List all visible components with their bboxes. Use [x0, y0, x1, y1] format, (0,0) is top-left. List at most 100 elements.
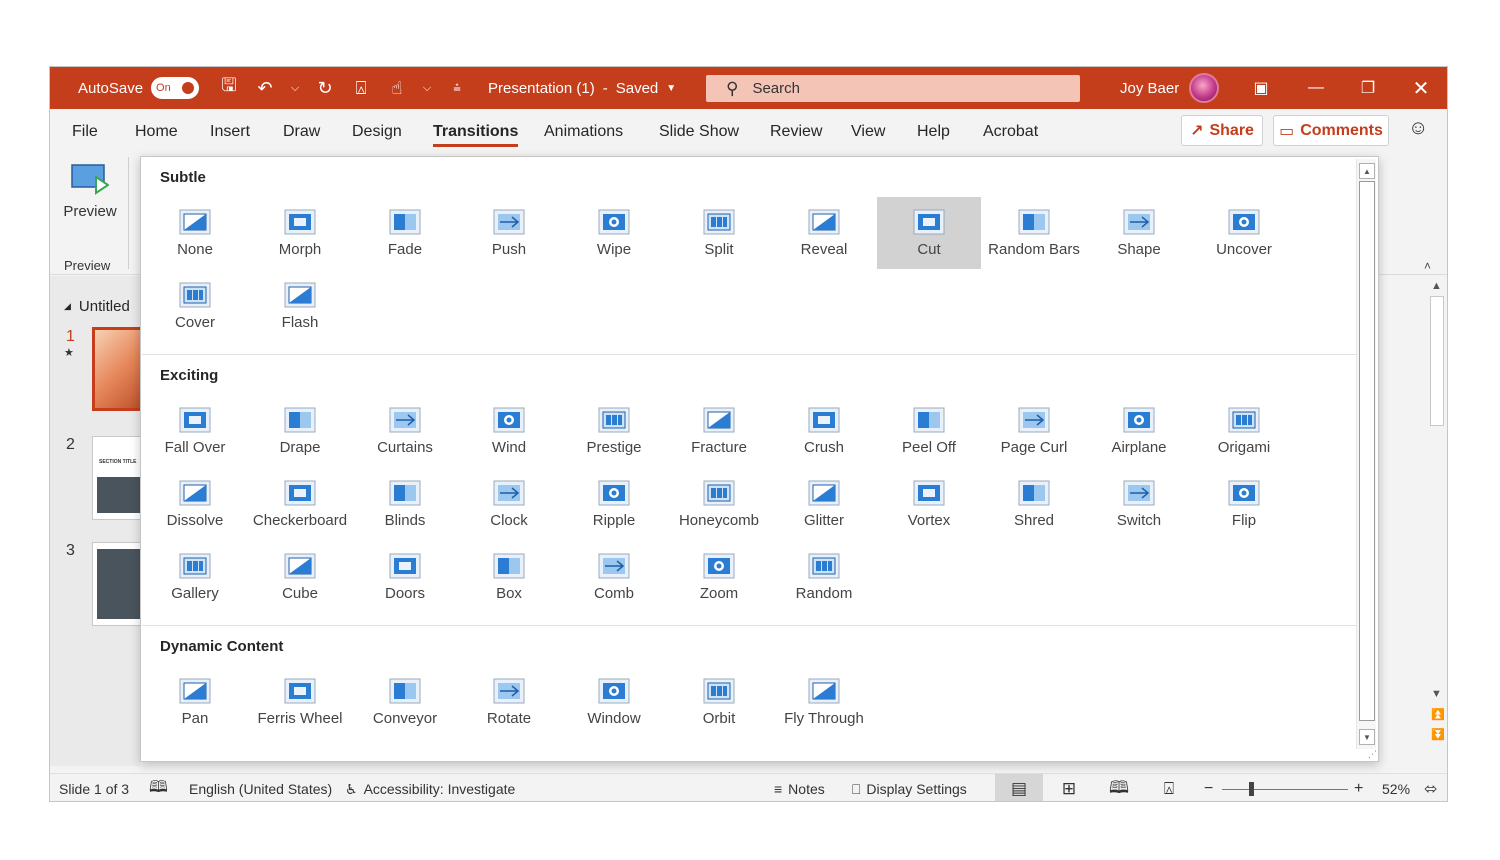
transition-uncover[interactable]: Uncover: [1192, 197, 1296, 269]
language-indicator[interactable]: English (United States): [189, 774, 332, 801]
transition-split[interactable]: Split: [667, 197, 771, 269]
transition-random[interactable]: Random: [772, 541, 876, 613]
collapse-ribbon-icon[interactable]: ˄: [1424, 259, 1431, 273]
present-icon[interactable]: ⍓: [350, 78, 372, 99]
slide-sorter-icon[interactable]: ⊞: [1045, 774, 1093, 801]
tab-view[interactable]: View: [851, 109, 885, 155]
transition-push[interactable]: Push: [457, 197, 561, 269]
slide-show-icon[interactable]: ⍓: [1145, 774, 1193, 801]
tab-draw[interactable]: Draw: [283, 109, 320, 155]
zoom-out-button[interactable]: −: [1204, 774, 1213, 801]
transition-morph[interactable]: Morph: [248, 197, 352, 269]
resize-grip-icon[interactable]: ⋰: [1368, 749, 1377, 760]
transition-cover[interactable]: Cover: [143, 270, 247, 342]
transition-ripple[interactable]: Ripple: [562, 468, 666, 540]
transition-fracture[interactable]: Fracture: [667, 395, 771, 467]
accessibility-checker[interactable]: ♿ Accessibility: Investigate: [345, 774, 515, 801]
transition-fall-over[interactable]: Fall Over: [143, 395, 247, 467]
notes-button[interactable]: ≡ Notes: [774, 774, 825, 801]
transition-shape[interactable]: Shape: [1087, 197, 1191, 269]
undo-icon[interactable]: ↶: [254, 78, 276, 99]
tab-insert[interactable]: Insert: [210, 109, 250, 155]
normal-view-icon[interactable]: ▤: [995, 774, 1043, 801]
scroll-thumb[interactable]: [1430, 296, 1444, 426]
tab-home[interactable]: Home: [135, 109, 178, 155]
feedback-smiley-icon[interactable]: ☺: [1408, 117, 1428, 140]
redo-icon[interactable]: ↻: [314, 78, 336, 99]
transition-honeycomb[interactable]: Honeycomb: [667, 468, 771, 540]
touch-dropdown-icon[interactable]: ⌵: [422, 82, 432, 95]
scroll-up-icon[interactable]: ▲: [1431, 280, 1442, 292]
gallery-scroll-down-icon[interactable]: ▼: [1359, 729, 1375, 745]
restore-icon[interactable]: ❐: [1345, 67, 1391, 109]
transition-wind[interactable]: Wind: [457, 395, 561, 467]
transition-doors[interactable]: Doors: [353, 541, 457, 613]
transition-origami[interactable]: Origami: [1192, 395, 1296, 467]
user-account[interactable]: Joy Baer: [1120, 67, 1220, 109]
tab-animations[interactable]: Animations: [544, 109, 623, 155]
ribbon-display-icon[interactable]: ▣: [1238, 67, 1284, 109]
transition-airplane[interactable]: Airplane: [1087, 395, 1191, 467]
transition-gallery[interactable]: Gallery: [143, 541, 247, 613]
transition-prestige[interactable]: Prestige: [562, 395, 666, 467]
tab-acrobat[interactable]: Acrobat: [983, 109, 1038, 155]
transition-comb[interactable]: Comb: [562, 541, 666, 613]
transition-drape[interactable]: Drape: [248, 395, 352, 467]
tab-review[interactable]: Review: [770, 109, 822, 155]
transition-glitter[interactable]: Glitter: [772, 468, 876, 540]
transition-zoom[interactable]: Zoom: [667, 541, 771, 613]
transition-shred[interactable]: Shred: [982, 468, 1086, 540]
reading-view-icon[interactable]: 🕮: [1095, 774, 1143, 801]
transition-checkerboard[interactable]: Checkerboard: [248, 468, 352, 540]
save-icon[interactable]: 🖫: [218, 73, 240, 103]
transition-clock[interactable]: Clock: [457, 468, 561, 540]
scroll-down-icon[interactable]: ▼: [1431, 688, 1442, 700]
autosave-control[interactable]: AutoSave On: [78, 67, 200, 109]
tab-file[interactable]: File: [72, 109, 98, 155]
gallery-scroll-up-icon[interactable]: ▲: [1359, 163, 1375, 179]
zoom-in-button[interactable]: +: [1354, 774, 1363, 801]
tab-design[interactable]: Design: [352, 109, 402, 155]
tab-help[interactable]: Help: [917, 109, 950, 155]
transition-none[interactable]: None: [143, 197, 247, 269]
spelling-icon[interactable]: 🕮: [149, 774, 168, 801]
preview-button[interactable]: Preview: [60, 163, 120, 220]
transition-vortex[interactable]: Vortex: [877, 468, 981, 540]
transition-page-curl[interactable]: Page Curl: [982, 395, 1086, 467]
transition-fly-through[interactable]: Fly Through: [772, 666, 876, 738]
transition-blinds[interactable]: Blinds: [353, 468, 457, 540]
gallery-scroll-thumb[interactable]: [1359, 181, 1375, 721]
touch-mode-icon[interactable]: ☝: [386, 78, 408, 99]
zoom-slider-handle[interactable]: [1249, 782, 1254, 796]
transition-window[interactable]: Window: [562, 666, 666, 738]
transition-rotate[interactable]: Rotate: [457, 666, 561, 738]
transition-peel-off[interactable]: Peel Off: [877, 395, 981, 467]
gallery-scrollbar[interactable]: ▲ ▼: [1356, 159, 1376, 749]
transition-orbit[interactable]: Orbit: [667, 666, 771, 738]
transition-flash[interactable]: Flash: [248, 270, 352, 342]
transition-cut[interactable]: Cut: [877, 197, 981, 269]
comments-button[interactable]: ▭ Comments: [1273, 115, 1389, 146]
autosave-toggle[interactable]: On: [151, 77, 200, 99]
transition-switch[interactable]: Switch: [1087, 468, 1191, 540]
transition-box[interactable]: Box: [457, 541, 561, 613]
tab-slide-show[interactable]: Slide Show: [659, 109, 739, 155]
transition-cube[interactable]: Cube: [248, 541, 352, 613]
tab-transitions[interactable]: Transitions: [433, 109, 519, 155]
section-header[interactable]: ◢ Untitled: [64, 298, 130, 315]
fit-to-window-icon[interactable]: ⬄: [1424, 774, 1437, 801]
next-slide-icon[interactable]: ⏬: [1431, 728, 1445, 741]
transition-random-bars[interactable]: Random Bars: [982, 197, 1086, 269]
display-settings-button[interactable]: ⎕ Display Settings: [852, 774, 967, 801]
undo-dropdown-icon[interactable]: ⌵: [290, 82, 300, 95]
transition-pan[interactable]: Pan: [143, 666, 247, 738]
document-title[interactable]: Presentation (1) - Saved ▼: [488, 67, 676, 109]
zoom-slider[interactable]: [1222, 789, 1348, 790]
transition-crush[interactable]: Crush: [772, 395, 876, 467]
transition-fade[interactable]: Fade: [353, 197, 457, 269]
close-icon[interactable]: ✕: [1398, 67, 1444, 109]
editor-scrollbar[interactable]: ▲ ▼ ⏫ ⏬: [1427, 276, 1447, 766]
previous-slide-icon[interactable]: ⏫: [1431, 708, 1445, 721]
transition-flip[interactable]: Flip: [1192, 468, 1296, 540]
customize-icon[interactable]: ⩮: [446, 80, 468, 96]
